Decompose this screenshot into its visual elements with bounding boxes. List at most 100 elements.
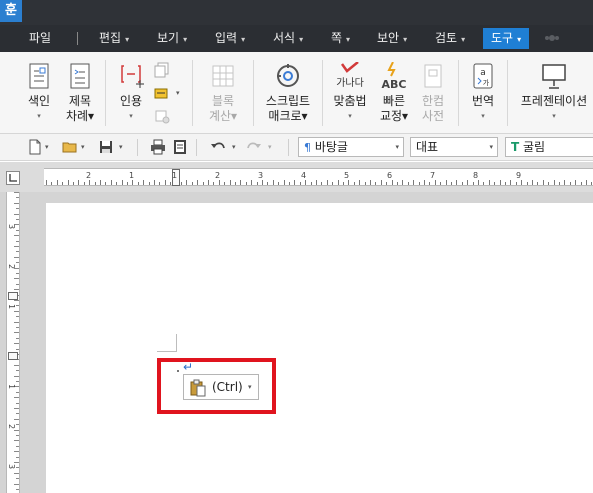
spellcheck-button[interactable]: 가나다 맞춤법 ▾ [328,52,372,134]
redo-dropdown[interactable]: ▾ [268,143,272,151]
ruler-tick [14,246,19,247]
ruler-tick [154,180,155,185]
ruler-tick [418,182,420,185]
app-logo[interactable]: 훈 [0,0,22,22]
ruler-tick [316,180,317,185]
redo-icon[interactable] [246,139,262,155]
shape-copy-icon[interactable] [153,108,171,124]
ruler-tick [310,182,312,185]
presentation-button[interactable]: 프레젠테이션 ▾ [515,52,593,134]
ruler-tick [526,182,528,185]
highlight-pen-icon[interactable] [153,85,171,101]
ruler-tick [505,182,506,185]
menu-view[interactable]: 보기 ▾ [157,25,187,52]
title-bar: 훈 [0,0,593,25]
ruler-number: 6 [387,171,393,180]
ruler-tick [67,180,69,185]
ruler-tick [380,180,382,185]
index-button[interactable]: 색인 ▾ [20,52,58,134]
block-calc-button[interactable]: 블록 계산▾ [200,52,246,134]
copy-format-icon[interactable] [153,62,171,78]
toc-button[interactable]: 제목 차례▾ [60,52,100,134]
ruler-tick [16,424,19,426]
ruler-tick [267,182,269,185]
margin-marker[interactable] [8,292,18,300]
ruler-tick [14,472,19,474]
translate-button[interactable]: a 가 번역 ▾ [466,52,500,134]
hancom-dictionary-button[interactable]: 한컴 사전 [416,52,450,134]
ruler-tick [569,182,571,185]
ruler-tick [51,182,53,185]
new-document-icon[interactable] [27,139,43,155]
svg-text:가나다: 가나다 [336,77,364,89]
document-page[interactable] [46,203,593,493]
ruler-tick [202,182,204,185]
ruler-tick [78,180,80,185]
ruler-tick [14,451,19,453]
script-macro-button[interactable]: 스크립트 매크로▾ [260,52,316,134]
ruler-tick [370,180,371,185]
ruler-tick [143,180,145,185]
ruler-tick [537,182,539,185]
ruler-tick [532,180,533,185]
citation-button[interactable]: 인용 ▾ [112,52,150,134]
ruler-tick [132,180,134,185]
tab-type-selector[interactable] [6,171,20,185]
print-preview-icon[interactable] [172,139,188,155]
ruler-tick [94,182,96,185]
ruler-tick [83,182,85,185]
ruler-tick [73,182,74,185]
print-icon[interactable] [150,139,166,155]
ruler-number: 9 [516,171,522,180]
ruler-number: 3 [7,463,17,470]
ribbon: 색인 ▾ 제목 차례▾ 인용 ▾ ▾ 블록 계산▾ 스크립트 매크로▾ 가나다 … [0,52,593,134]
ruler-tick [542,180,544,185]
undo-icon[interactable] [210,139,226,155]
ruler-tick [14,256,19,258]
new-document-dropdown[interactable]: ▾ [45,143,49,151]
ruler-tick [148,182,150,185]
menu-security[interactable]: 보안 ▾ [377,25,407,52]
save-dropdown[interactable]: ▾ [119,143,123,151]
ruler-tick [483,182,485,185]
ruler-tick [256,182,258,185]
menu-edit[interactable]: 편집 ▾ [99,25,129,52]
font-select[interactable]: T 굴림 [505,137,593,157]
menu-tools[interactable]: 도구 ▾ [483,28,530,49]
ruler-tick [478,180,479,185]
ruler-tick [14,300,19,301]
ruler-tick [16,305,19,307]
open-dropdown[interactable]: ▾ [81,143,85,151]
collapse-ribbon-icon[interactable] [543,31,561,45]
ruler-tick [16,273,19,274]
ruler-tick [515,182,517,185]
font-icon: T [511,140,520,154]
ruler-tick [14,343,19,345]
citation-icon [121,65,144,88]
ruler-tick [14,289,19,291]
vertical-ruler[interactable]: 3211234 [6,192,20,493]
paragraph-style-select[interactable]: ¶ 바탕글 ▾ [298,137,404,157]
ruler-tick [110,180,112,185]
ruler-tick [343,182,344,185]
open-folder-icon[interactable] [62,139,78,155]
ruler-tick [14,321,19,323]
margin-crop-mark [157,334,177,352]
quick-correct-button[interactable]: ABC 빠른 교정▾ [376,52,412,134]
language-select[interactable]: 대표 ▾ [410,137,498,157]
menu-file[interactable]: 파일 [29,25,51,52]
save-icon[interactable] [98,139,114,155]
ruler-tick [127,182,128,185]
ruler-tick [467,180,469,185]
menu-format[interactable]: 서식 ▾ [273,25,303,52]
margin-marker[interactable] [8,352,18,360]
ruler-tick [391,180,393,185]
menu-insert[interactable]: 입력 ▾ [215,25,245,52]
ruler-tick [472,182,474,185]
undo-dropdown[interactable]: ▾ [232,143,236,151]
ruler-tick [14,235,19,237]
menu-page[interactable]: 쪽 ▾ [331,25,350,52]
horizontal-ruler[interactable]: 2 1 1 2 3 4 5 6 7 8 9 [44,168,593,186]
table-of-contents-icon [70,63,90,89]
menu-review[interactable]: 검토 ▾ [435,25,465,52]
